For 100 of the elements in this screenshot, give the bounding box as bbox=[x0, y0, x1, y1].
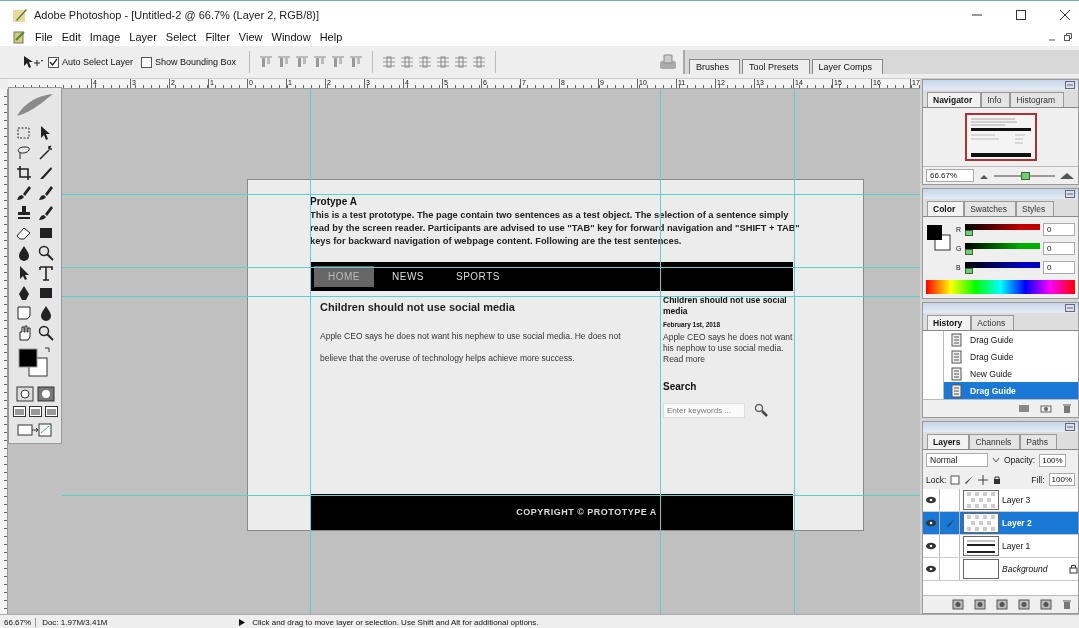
opacity-field[interactable]: 100% bbox=[1039, 453, 1066, 467]
layer-action-icon[interactable] bbox=[952, 599, 964, 610]
search-icon[interactable] bbox=[753, 402, 769, 418]
color-spectrum[interactable] bbox=[926, 280, 1075, 294]
wand-icon[interactable] bbox=[37, 144, 55, 162]
zoom-field[interactable]: 66.67% bbox=[926, 169, 974, 182]
brush-icon[interactable] bbox=[964, 474, 975, 485]
camera-icon[interactable] bbox=[1040, 403, 1052, 413]
checkbox[interactable]: Show Bounding Box bbox=[141, 56, 237, 68]
menu-item[interactable]: Help bbox=[319, 31, 343, 43]
panel-tab[interactable]: Layers bbox=[927, 434, 970, 449]
move-icon[interactable] bbox=[978, 474, 989, 485]
eye-icon[interactable] bbox=[925, 565, 937, 573]
panel-tab[interactable]: History bbox=[927, 315, 972, 330]
stamp-icon[interactable] bbox=[15, 204, 33, 222]
channel-value-field[interactable]: 0 bbox=[1043, 242, 1075, 255]
zoom-in-icon[interactable] bbox=[1059, 171, 1075, 180]
channel-slider[interactable] bbox=[965, 223, 1040, 236]
history-item[interactable]: New Guide bbox=[923, 365, 1078, 382]
channel-slider[interactable] bbox=[965, 242, 1040, 255]
channel-value-field[interactable]: 0 bbox=[1043, 261, 1075, 274]
menu-item[interactable]: Window bbox=[271, 31, 311, 43]
lock-icon[interactable] bbox=[992, 474, 1003, 485]
jump-to-icon[interactable] bbox=[16, 421, 54, 439]
read-more-link[interactable]: Read more bbox=[663, 354, 793, 364]
panel-tab[interactable]: Channels bbox=[969, 434, 1021, 449]
menu-item[interactable]: Select bbox=[165, 31, 197, 43]
layer-action-icon[interactable] bbox=[996, 599, 1008, 610]
nav-link[interactable]: NEWS bbox=[378, 266, 438, 287]
slider-thumb[interactable] bbox=[1020, 171, 1030, 180]
color-swatches-icon[interactable] bbox=[926, 223, 952, 253]
panel-menu-icon[interactable] bbox=[1065, 423, 1075, 431]
blend-mode-dropdown[interactable]: Normal bbox=[926, 453, 988, 467]
slider-thumb[interactable] bbox=[965, 248, 973, 255]
layer-action-icon[interactable] bbox=[974, 599, 986, 610]
slider-thumb[interactable] bbox=[965, 267, 973, 274]
panel-menu-icon[interactable] bbox=[1065, 81, 1075, 89]
panel-tab[interactable]: Histogram bbox=[1010, 92, 1065, 107]
trash-icon[interactable] bbox=[1062, 599, 1072, 610]
history-item[interactable]: Drag Guide bbox=[923, 382, 1078, 399]
move-tool-icon[interactable] bbox=[22, 54, 44, 70]
slider-thumb[interactable] bbox=[965, 229, 973, 236]
layer-row[interactable]: Layer 1 bbox=[923, 535, 1078, 558]
magnifier-icon[interactable] bbox=[37, 244, 55, 262]
panel-tab[interactable]: Navigator bbox=[927, 92, 982, 107]
palette-tab[interactable]: Brushes bbox=[689, 59, 741, 74]
snapshot-icon[interactable] bbox=[1018, 403, 1030, 413]
note-icon[interactable] bbox=[15, 304, 33, 322]
restore-icon[interactable] bbox=[1063, 32, 1073, 42]
history-item[interactable]: Drag Guide bbox=[923, 331, 1078, 348]
checkbox-box[interactable] bbox=[141, 56, 153, 68]
screen-mode-icon[interactable] bbox=[12, 406, 26, 417]
lock-transparency-icon[interactable] bbox=[950, 474, 961, 485]
crop-icon[interactable] bbox=[15, 164, 33, 182]
dropdown-caret-icon[interactable] bbox=[992, 457, 1000, 463]
eye-icon[interactable] bbox=[925, 519, 937, 527]
eye-icon[interactable] bbox=[925, 496, 937, 504]
standard-mode-icon[interactable] bbox=[15, 386, 34, 402]
play-icon[interactable] bbox=[238, 617, 247, 627]
layer-row[interactable]: Layer 2 bbox=[923, 512, 1078, 535]
menu-item[interactable]: Edit bbox=[61, 31, 81, 43]
trash-icon[interactable] bbox=[1062, 403, 1072, 414]
text-cursor-icon[interactable] bbox=[37, 264, 55, 282]
panel-tab[interactable]: Color bbox=[927, 201, 965, 216]
palette-tab[interactable]: Tool Presets bbox=[742, 59, 810, 74]
panel-tab[interactable]: Swatches bbox=[964, 201, 1017, 216]
layer-action-icon[interactable] bbox=[1040, 599, 1052, 610]
magnifier-icon[interactable] bbox=[37, 324, 55, 342]
panel-tab[interactable]: Actions bbox=[971, 315, 1015, 330]
close-icon[interactable] bbox=[1059, 8, 1071, 21]
panel-menu-icon[interactable] bbox=[1065, 190, 1075, 198]
brush-icon[interactable] bbox=[37, 184, 55, 202]
channel-slider[interactable] bbox=[965, 261, 1040, 274]
screen-mode-icon[interactable] bbox=[28, 406, 42, 417]
search-field[interactable]: Enter keywords ... bbox=[663, 402, 745, 418]
panel-tab[interactable]: Styles bbox=[1016, 201, 1055, 216]
brush-icon[interactable] bbox=[15, 184, 33, 202]
menu-item[interactable]: Image bbox=[89, 31, 121, 43]
eye-icon[interactable] bbox=[925, 542, 937, 550]
quick-mask-icon[interactable] bbox=[36, 386, 55, 402]
menu-item[interactable]: Filter bbox=[205, 31, 230, 43]
screen-mode-icon[interactable] bbox=[44, 406, 58, 417]
panel-menu-icon[interactable] bbox=[1065, 304, 1075, 312]
checkbox-box[interactable] bbox=[48, 56, 59, 68]
layer-action-icon[interactable] bbox=[1018, 599, 1030, 610]
layer-row[interactable]: Background bbox=[923, 558, 1078, 581]
brush-icon[interactable] bbox=[37, 204, 55, 222]
palette-tab[interactable]: Layer Comps bbox=[811, 59, 884, 74]
lasso-icon[interactable] bbox=[15, 144, 33, 162]
checkbox[interactable]: Auto Select Layer bbox=[48, 56, 134, 68]
menu-item[interactable]: View bbox=[238, 31, 263, 43]
history-item[interactable]: Drag Guide bbox=[923, 348, 1078, 365]
fill-field[interactable]: 100% bbox=[1048, 473, 1075, 486]
menu-item[interactable]: File bbox=[35, 31, 53, 43]
menu-item[interactable]: Layer bbox=[129, 31, 157, 43]
maximize-icon[interactable] bbox=[1015, 8, 1027, 21]
panel-tab[interactable]: Paths bbox=[1020, 434, 1058, 449]
nav-link[interactable]: SPORTS bbox=[442, 266, 514, 287]
channel-value-field[interactable]: 0 bbox=[1043, 223, 1075, 236]
panel-tab[interactable]: Info bbox=[981, 92, 1011, 107]
